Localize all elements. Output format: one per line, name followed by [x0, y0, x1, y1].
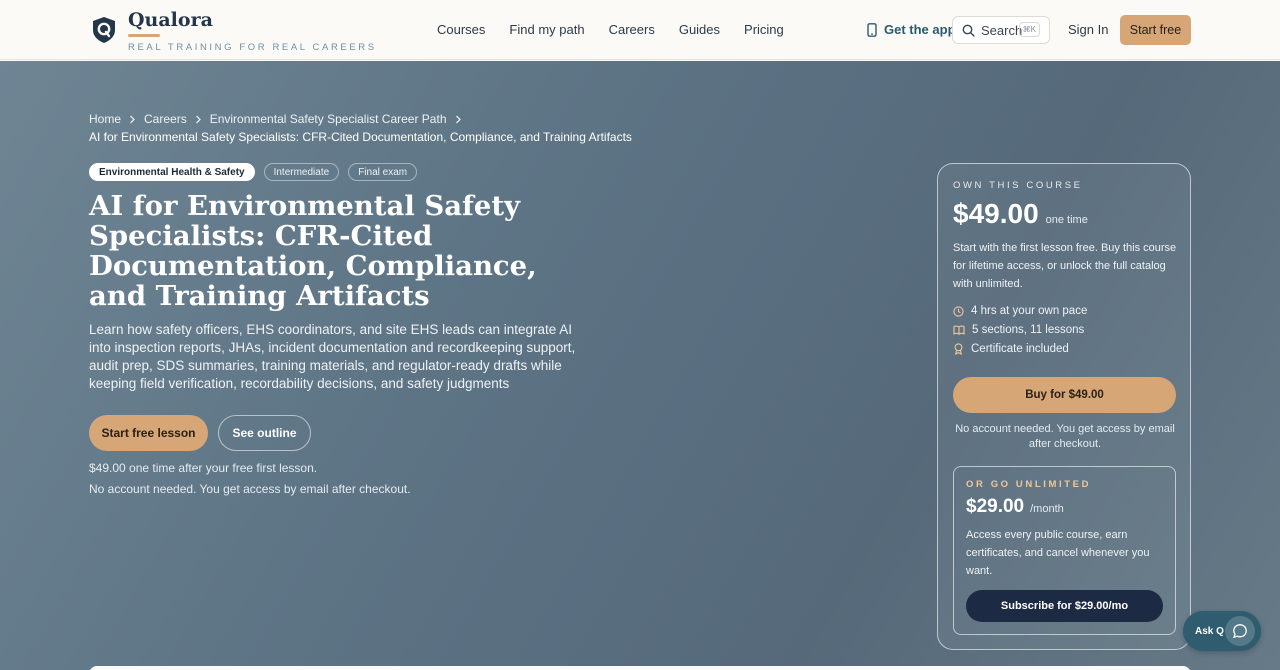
chevron-right-icon [130, 115, 135, 123]
search-shortcut: ⌘K [1018, 22, 1040, 37]
unlimited-eyebrow: OR GO UNLIMITED [966, 479, 1092, 490]
get-app-label: Get the app [884, 22, 956, 37]
brand-underline [128, 34, 160, 37]
book-icon [953, 325, 965, 335]
ask-q-button[interactable]: Ask Q [1183, 611, 1261, 651]
nav-careers[interactable]: Careers [609, 22, 655, 37]
chat-bubble-icon [1225, 616, 1255, 646]
chevron-right-icon [195, 115, 201, 123]
breadcrumb-careers[interactable]: Careers [144, 112, 187, 126]
feature-certificate: Certificate included [953, 343, 1087, 355]
get-app-link[interactable]: Get the app [866, 22, 956, 37]
breadcrumb-current: AI for Environmental Safety Specialists:… [89, 130, 632, 144]
feature-sections-text: 5 sections, 11 lessons [972, 324, 1085, 336]
unlimited-price-row: $29.00 /month [966, 496, 1064, 518]
search-button[interactable]: Search ⌘K [952, 16, 1050, 44]
course-hero: Home Careers Environmental Safety Specia… [0, 61, 1280, 670]
logo-shield-icon [93, 17, 115, 43]
nav-find-my-path[interactable]: Find my path [509, 22, 584, 37]
nav-courses[interactable]: Courses [437, 22, 485, 37]
content-panel-edge [89, 666, 1191, 670]
feature-duration-text: 4 hrs at your own pace [971, 305, 1088, 317]
course-tags: Environmental Health & Safety Intermedia… [89, 163, 418, 181]
sign-in-link[interactable]: Sign In [1068, 22, 1108, 37]
course-description: Learn how safety officers, EHS coordinat… [89, 322, 576, 391]
chevron-right-icon [455, 115, 461, 123]
brand-tagline: REAL TRAINING FOR REAL CAREERS [128, 42, 377, 53]
breadcrumb-home[interactable]: Home [89, 112, 121, 126]
account-note: No account needed. You get access by ema… [89, 482, 411, 496]
course-price: $49.00 [953, 198, 1039, 229]
feature-sections: 5 sections, 11 lessons [953, 324, 1087, 336]
nav-pricing[interactable]: Pricing [744, 22, 784, 37]
award-icon [954, 343, 963, 355]
search-label: Search [981, 22, 1023, 38]
price-note: $49.00 one time after your free first le… [89, 461, 318, 475]
ask-q-label: Ask Q [1195, 625, 1224, 637]
tag-category: Environmental Health & Safety [89, 163, 255, 181]
site-header: Qualora REAL TRAINING FOR REAL CAREERS C… [0, 0, 1280, 60]
breadcrumb-career-path[interactable]: Environmental Safety Specialist Career P… [210, 112, 447, 126]
price-suffix: one time [1045, 214, 1088, 226]
feature-duration: 4 hrs at your own pace [953, 305, 1087, 317]
tag-level: Intermediate [263, 163, 340, 181]
start-free-button[interactable]: Start free [1120, 15, 1191, 45]
subscribe-button[interactable]: Subscribe for $29.00/mo [966, 590, 1163, 622]
tag-final-exam: Final exam [348, 163, 418, 181]
course-title: AI for Environmental Safety Specialists:… [89, 190, 537, 312]
clock-icon [953, 305, 964, 317]
purchase-card: OWN THIS COURSE $49.00 one time Start wi… [937, 163, 1191, 650]
feature-list: 4 hrs at your own pace 5 sections, 11 le… [953, 305, 1087, 355]
unlimited-plan: OR GO UNLIMITED $29.00 /month Access eve… [953, 466, 1176, 635]
search-icon [962, 24, 975, 37]
see-outline-button[interactable]: See outline [218, 415, 311, 451]
purchase-eyebrow: OWN THIS COURSE [953, 180, 1083, 191]
price-row: $49.00 one time [953, 198, 1088, 230]
feature-certificate-text: Certificate included [971, 343, 1069, 355]
logo[interactable]: Qualora REAL TRAINING FOR REAL CAREERS [92, 10, 377, 53]
unlimited-price: $29.00 [966, 496, 1025, 517]
unlimited-price-suffix: /month [1030, 503, 1064, 515]
unlimited-description: Access every public course, earn certifi… [966, 529, 1150, 577]
buy-button[interactable]: Buy for $49.00 [953, 377, 1176, 413]
main-nav: Courses Find my path Careers Guides Pric… [437, 22, 784, 37]
breadcrumb: Home Careers Environmental Safety Specia… [89, 112, 462, 126]
brand-name: Qualora [128, 9, 213, 31]
phone-icon [867, 22, 877, 37]
start-free-lesson-button[interactable]: Start free lesson [89, 415, 208, 451]
nav-guides[interactable]: Guides [679, 22, 720, 37]
purchase-description: Start with the first lesson free. Buy th… [953, 242, 1177, 290]
purchase-note: No account needed. You get access by ema… [955, 423, 1175, 450]
